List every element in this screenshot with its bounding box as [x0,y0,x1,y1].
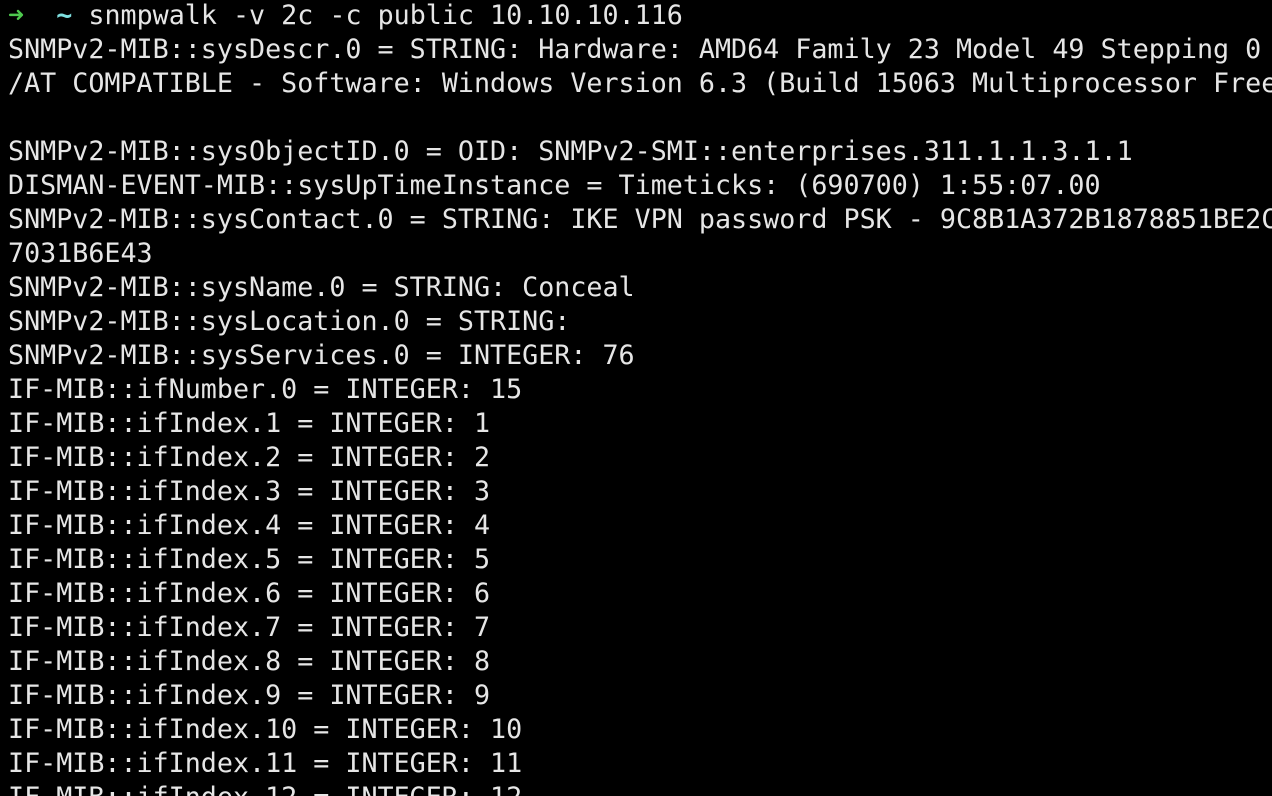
output-line: IF-MIB::ifIndex.10 = INTEGER: 10 [8,714,523,745]
output-line: IF-MIB::ifIndex.2 = INTEGER: 2 [8,442,491,473]
prompt-arrow-icon: ➜ [8,0,25,31]
output-line: IF-MIB::ifIndex.1 = INTEGER: 1 [8,408,491,439]
output-text: SNMPv2-MIB::sysDescr.0 = STRING: Hardwar… [8,34,1272,65]
output-line: IF-MIB::ifIndex.7 = INTEGER: 7 [8,612,491,643]
output-line-syscontact-part1: SNMPv2-MIB::sysContact.0 = STRING: IKE V… [8,203,1272,237]
output-line: SNMPv2-MIB::sysServices.0 = INTEGER: 76 [8,340,635,371]
output-line: SNMPv2-MIB::sysName.0 = STRING: Conceal [8,272,635,303]
output-text: SNMPv2-MIB::sysContact.0 = STRING: IKE V… [8,204,1272,235]
terminal-output: ➜ ~ snmpwalk -v 2c -c public 10.10.10.11… [8,0,1272,796]
output-line-syscontact-part2: 7031B6E43 [8,237,1272,271]
output-line: IF-MIB::ifIndex.4 = INTEGER: 4 [8,510,491,541]
output-line: DISMAN-EVENT-MIB::sysUpTimeInstance = Ti… [8,170,1101,201]
output-line-sysdescr-part3 [8,101,1272,135]
output-line: IF-MIB::ifIndex.12 = INTEGER: 12 [8,781,1272,796]
output-line: IF-MIB::ifIndex.3 = INTEGER: 3 [8,476,491,507]
prompt-line: ➜ ~ snmpwalk -v 2c -c public 10.10.10.11… [8,0,1272,33]
output-text: /AT COMPATIBLE - Software: Windows Versi… [8,68,1272,99]
prompt-cwd: ~ [56,0,73,31]
output-line: IF-MIB::ifIndex.9 = INTEGER: 9 [8,680,491,711]
output-line-sysdescr-part2: /AT COMPATIBLE - Software: Windows Versi… [8,67,1272,101]
output-line: SNMPv2-MIB::sysObjectID.0 = OID: SNMPv2-… [8,136,1133,167]
output-line: IF-MIB::ifNumber.0 = INTEGER: 15 [8,374,523,405]
output-line: IF-MIB::ifIndex.5 = INTEGER: 5 [8,544,491,575]
output-line: SNMPv2-MIB::sysLocation.0 = STRING: [8,306,571,337]
output-line: IF-MIB::ifIndex.11 = INTEGER: 11 [8,748,523,779]
output-line: IF-MIB::ifIndex.6 = INTEGER: 6 [8,578,491,609]
output-line: IF-MIB::ifIndex.8 = INTEGER: 8 [8,646,491,677]
output-line-sysdescr-part1: SNMPv2-MIB::sysDescr.0 = STRING: Hardwar… [8,33,1272,67]
command-text: snmpwalk -v 2c -c public 10.10.10.116 [88,0,683,31]
output-text: 7031B6E43 [8,238,153,269]
terminal-window[interactable]: ➜ ~ snmpwalk -v 2c -c public 10.10.10.11… [0,0,1272,796]
